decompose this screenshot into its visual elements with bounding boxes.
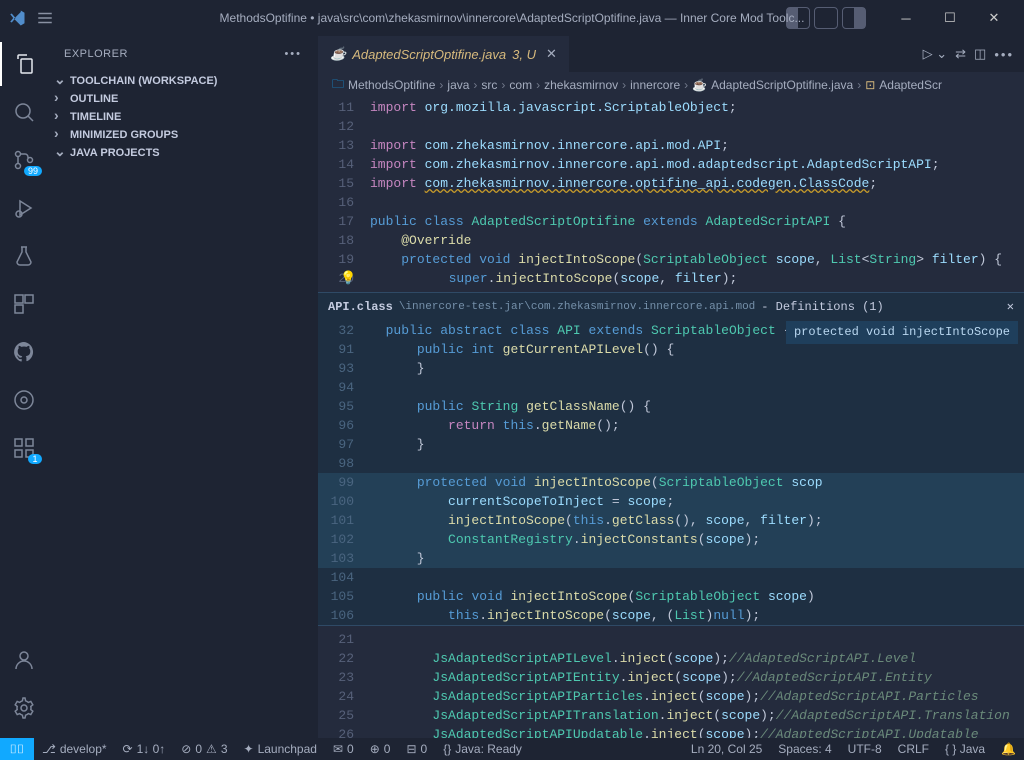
close-icon[interactable]: ✕ — [546, 46, 557, 62]
explorer-more-icon[interactable]: ••• — [284, 48, 302, 60]
java-projects-section[interactable]: JAVA PROJECTS — [48, 144, 318, 162]
run-debug-tab[interactable] — [0, 186, 48, 230]
github-tab[interactable] — [0, 330, 48, 374]
window-title: MethodsOptifine • java\src\com\zhekasmir… — [220, 11, 805, 25]
maximize-button[interactable]: ☐ — [928, 2, 972, 34]
tab-bar: ☕ AdaptedScriptOptifine.java 3, U ✕ ▷ ⌄ … — [318, 36, 1024, 72]
titlebar: MethodsOptifine • java\src\com\zhekasmir… — [0, 0, 1024, 36]
search-tab[interactable] — [0, 90, 48, 134]
outline-section[interactable]: OUTLINE — [48, 90, 318, 108]
breadcrumb[interactable]: 🗀 MethodsOptifine › java › src › com › z… — [318, 72, 1024, 98]
compare-icon[interactable]: ⇄ — [955, 46, 966, 62]
explorer-tab[interactable] — [0, 42, 48, 86]
status-eol[interactable]: CRLF — [890, 742, 937, 756]
minimized-section[interactable]: MINIMIZED GROUPS — [48, 126, 318, 144]
split-icon[interactable]: ◫ — [974, 46, 986, 62]
close-icon[interactable]: ✕ — [1007, 298, 1014, 317]
source-control-tab[interactable]: 99 — [0, 138, 48, 182]
close-button[interactable]: ✕ — [972, 2, 1016, 34]
references-tab[interactable] — [0, 282, 48, 326]
remote-button[interactable]: ⌷⌷ — [0, 738, 34, 760]
vscode-icon — [8, 9, 26, 27]
java-file-icon: ☕ — [330, 46, 346, 62]
status-bar: ⌷⌷ ⎇ develop* ⟳ 1↓ 0↑ ⊘ 0 ⚠ 3 ✦ Launchpa… — [0, 738, 1024, 760]
explorer-title: EXPLORER — [64, 48, 128, 60]
activity-bar: 99 1 — [0, 36, 48, 738]
status-position[interactable]: Ln 20, Col 25 — [683, 742, 770, 756]
testing-tab[interactable] — [0, 234, 48, 278]
editor: ☕ AdaptedScriptOptifine.java 3, U ✕ ▷ ⌄ … — [318, 36, 1024, 738]
status-bell-icon[interactable]: 🔔 — [993, 742, 1024, 756]
status-branch[interactable]: ⎇ develop* — [34, 738, 115, 760]
menu-icon[interactable] — [36, 9, 54, 27]
status-problems[interactable]: ⊘ 0 ⚠ 3 — [173, 738, 235, 760]
status-language[interactable]: { } Java — [937, 742, 993, 756]
status-spaces[interactable]: Spaces: 4 — [770, 742, 839, 756]
status-encoding[interactable]: UTF-8 — [840, 742, 890, 756]
tab-adapted-script[interactable]: ☕ AdaptedScriptOptifine.java 3, U ✕ — [318, 36, 569, 72]
status-java[interactable]: {} Java: Ready — [435, 738, 530, 760]
peek-result[interactable]: protected void injectIntoScope — [786, 321, 1018, 344]
peek-view: API.class \innercore-test.jar\com.zhekas… — [318, 292, 1024, 626]
status-sync[interactable]: ⟳ 1↓ 0↑ — [115, 738, 174, 760]
sidebar: EXPLORER ••• TOOLCHAIN (WORKSPACE) 🗀 Inn… — [48, 36, 318, 738]
minimize-button[interactable]: ─ — [884, 2, 928, 34]
accounts-tab[interactable] — [0, 638, 48, 682]
code-area[interactable]: 11import org.mozilla.javascript.Scriptab… — [318, 98, 1024, 738]
editor-more-icon[interactable]: ••• — [994, 47, 1014, 62]
gitlens-tab[interactable] — [0, 378, 48, 422]
extensions-tab[interactable]: 1 — [0, 426, 48, 470]
workspace-section[interactable]: TOOLCHAIN (WORKSPACE) — [48, 72, 318, 90]
timeline-section[interactable]: TIMELINE — [48, 108, 318, 126]
run-icon[interactable]: ▷ ⌄ — [923, 46, 948, 62]
status-launchpad[interactable]: ✦ Launchpad — [236, 738, 325, 760]
settings-tab[interactable] — [0, 686, 48, 730]
